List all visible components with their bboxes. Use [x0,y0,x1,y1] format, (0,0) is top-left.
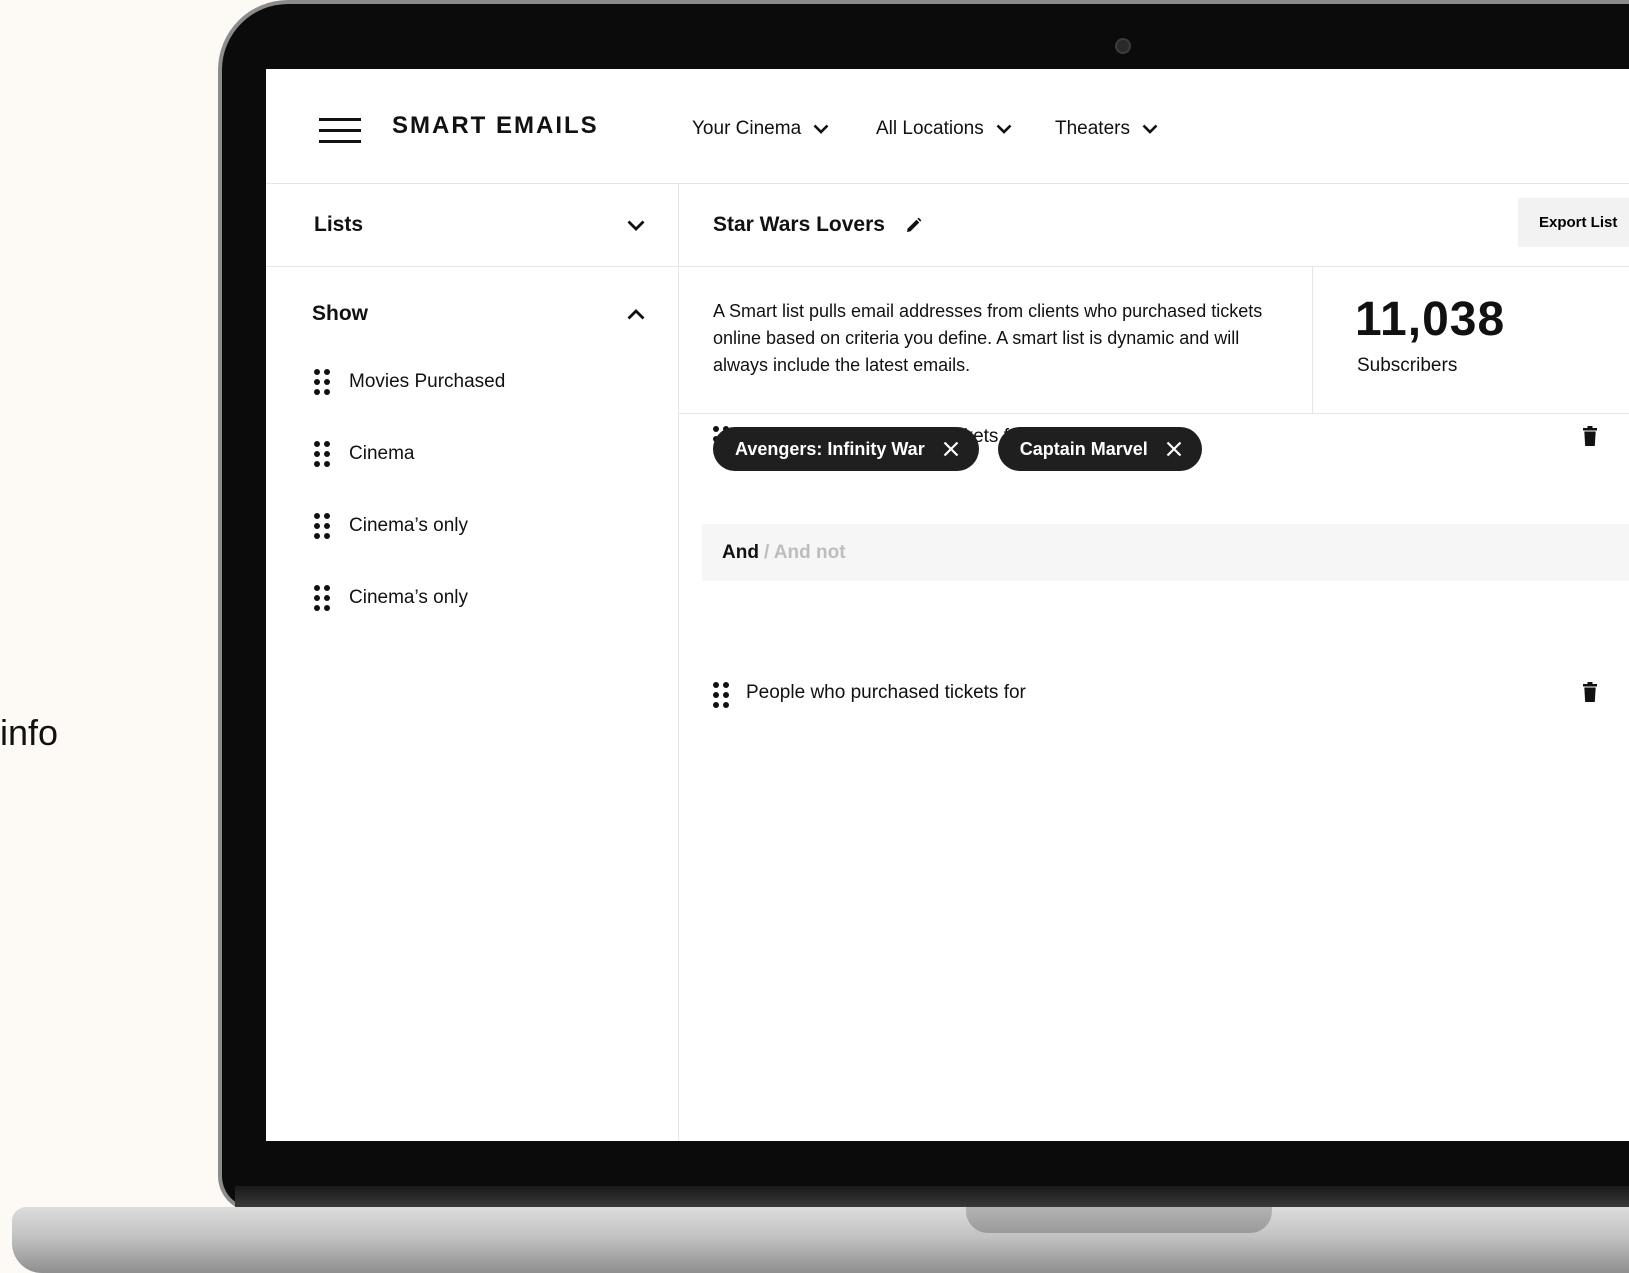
list-info: A Smart list pulls email addresses from … [679,267,1629,414]
show-item-label: Movies Purchased [349,371,506,392]
laptop-hinge [235,1186,1629,1208]
operator-and-not[interactable]: / And not [764,542,846,564]
drag-handle-icon[interactable] [314,441,330,467]
laptop-base [12,1207,1629,1273]
show-item-movies-purchased[interactable]: Movies Purchased [266,346,678,418]
drag-handle-icon[interactable] [314,585,330,611]
chevron-down-icon [996,124,1012,134]
lists-label: Lists [314,213,364,236]
selected-movies: Avengers: Infinity War Captain Marvel [713,427,1202,471]
trash-icon[interactable] [1583,682,1597,702]
chevron-down-icon [813,124,829,134]
chevron-up-icon [627,308,645,319]
camera-icon [1115,38,1131,54]
show-item-cinemas-only-2[interactable]: Cinema’s only [266,562,678,634]
show-item-label: Cinema’s only [349,587,468,608]
drag-handle-icon[interactable] [713,682,729,708]
divider [1312,267,1313,414]
chip-label: Avengers: Infinity War [735,438,925,459]
movie-chip[interactable]: Captain Marvel [997,427,1202,471]
subscriber-label: Subscribers [1357,355,1458,376]
chevron-down-icon [1142,124,1158,134]
side-caption: info [0,712,59,753]
list-header: Star Wars Lovers Export List [679,184,1629,267]
app-header: SMART EMAILS Your Cinema All Locations T… [266,69,1629,184]
show-item-label: Cinema [349,443,415,464]
movie-chip[interactable]: Avengers: Infinity War [713,427,979,471]
trash-icon[interactable] [1583,426,1597,446]
nav-label: All Locations [876,118,984,139]
brand-logo: SMART EMAILS [392,112,599,139]
nav-label: Theaters [1055,118,1130,139]
menu-icon[interactable] [319,118,361,144]
close-icon[interactable] [1166,441,1182,457]
rule-2: People who purchased tickets for [679,670,1629,715]
nav-your-cinema[interactable]: Your Cinema [692,118,829,140]
export-list-button[interactable]: Export List [1518,198,1629,247]
rule-label: People who purchased tickets for [746,682,1026,703]
rule-header: People who purchased tickets for [679,670,1629,715]
nav-label: Your Cinema [692,118,802,139]
app-screen: SMART EMAILS Your Cinema All Locations T… [266,69,1629,1141]
drag-handle-icon[interactable] [314,513,330,539]
nav-all-locations[interactable]: All Locations [876,118,1012,140]
list-title: Star Wars Lovers [713,213,885,236]
show-item-cinema[interactable]: Cinema [266,418,678,490]
show-item-label: Cinema’s only [349,515,468,536]
drag-handle-icon[interactable] [314,369,330,395]
sidebar: Lists Show Movies Purchased Cinema Cinem… [266,184,679,1141]
main-panel: Star Wars Lovers Export List A Smart lis… [679,184,1629,1141]
nav-theaters[interactable]: Theaters [1055,118,1158,140]
operator-toggle: And / And not [702,524,1629,581]
show-label: Show [312,302,368,325]
show-items-list: Movies Purchased Cinema Cinema’s only Ci… [266,346,678,634]
show-item-cinemas-only[interactable]: Cinema’s only [266,490,678,562]
laptop-notch [966,1207,1272,1233]
subscriber-count: 11,038 [1355,293,1506,346]
lists-dropdown[interactable]: Lists [266,184,678,267]
show-section-toggle[interactable]: Show [266,302,678,326]
list-description: A Smart list pulls email addresses from … [713,301,1263,375]
chip-label: Captain Marvel [1019,438,1148,459]
operator-and[interactable]: And [722,542,759,564]
close-icon[interactable] [943,441,959,457]
chevron-down-icon [627,220,645,231]
pencil-icon[interactable] [905,217,922,234]
